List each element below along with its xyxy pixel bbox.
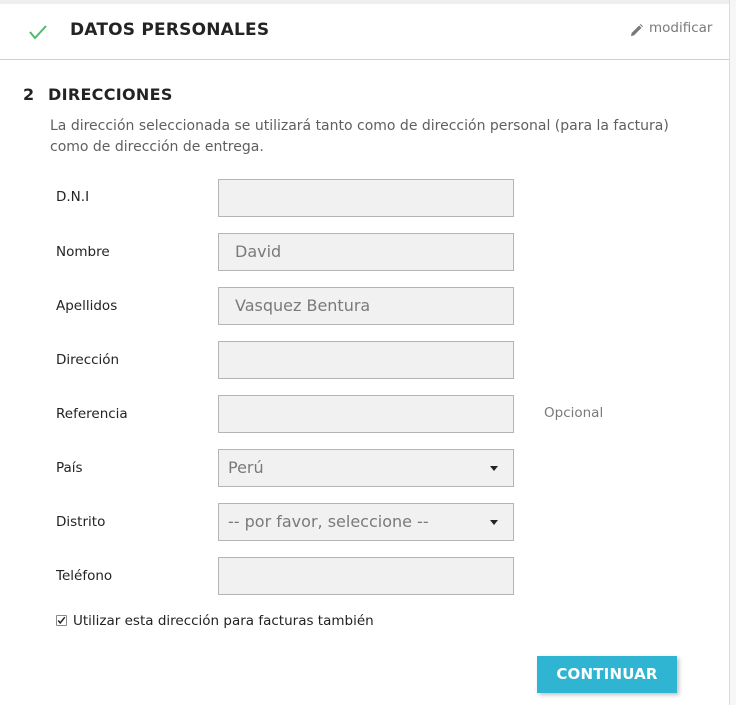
direccion-input[interactable] <box>218 341 514 379</box>
continue-button[interactable]: CONTINUAR <box>537 656 677 693</box>
referencia-label: Referencia <box>56 406 128 422</box>
pencil-icon <box>630 24 643 37</box>
pais-label: País <box>56 460 83 476</box>
invoice-checkbox[interactable] <box>56 615 67 626</box>
caret-down-icon <box>490 520 498 525</box>
distrito-select[interactable]: -- por favor, seleccione -- <box>218 503 514 541</box>
nombre-label: Nombre <box>56 244 110 260</box>
nombre-input[interactable]: David <box>218 233 514 271</box>
apellidos-label: Apellidos <box>56 298 118 314</box>
distrito-label: Distrito <box>56 514 106 530</box>
optional-hint: Opcional <box>544 405 604 421</box>
apellidos-input[interactable]: Vasquez Bentura <box>218 287 514 325</box>
check-icon <box>29 25 47 40</box>
modify-label: modificar <box>649 20 713 36</box>
distrito-value: -- por favor, seleccione -- <box>228 512 429 531</box>
dni-input[interactable] <box>218 179 514 217</box>
invoice-checkbox-label[interactable]: Utilizar esta dirección para facturas ta… <box>73 613 374 629</box>
dni-label: D.N.I <box>56 189 90 205</box>
referencia-input[interactable] <box>218 395 514 433</box>
checkmark-icon <box>57 616 66 625</box>
pais-value: Perú <box>228 458 264 477</box>
apellidos-value: Vasquez Bentura <box>235 296 371 315</box>
panel-gutter <box>730 0 736 705</box>
direccion-label: Dirección <box>56 352 120 368</box>
caret-down-icon <box>490 466 498 471</box>
step-title: DATOS PERSONALES <box>70 20 270 40</box>
step-personal-data: DATOS PERSONALES modificar <box>0 4 729 60</box>
pais-select[interactable]: Perú <box>218 449 514 487</box>
section-title: DIRECCIONES <box>48 85 173 104</box>
step-number: 2 <box>23 85 35 104</box>
telefono-label: Teléfono <box>56 568 113 584</box>
telefono-input[interactable] <box>218 557 514 595</box>
section-description: La dirección seleccionada se utilizará t… <box>50 118 669 155</box>
nombre-value: David <box>235 242 282 261</box>
